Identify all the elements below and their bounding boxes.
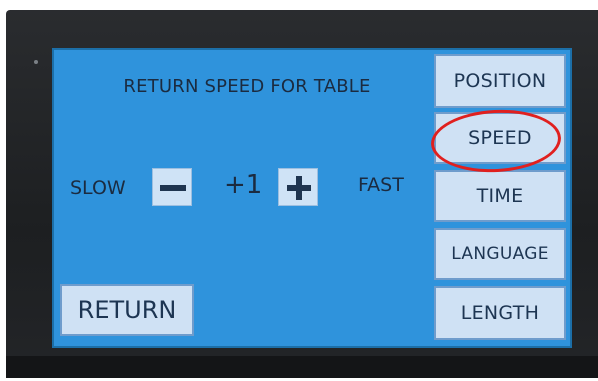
- decrease-speed-button[interactable]: [152, 168, 192, 206]
- menu-button-position[interactable]: POSITION: [434, 54, 566, 108]
- speed-control: SLOW +1 FAST: [52, 163, 432, 213]
- screen-title: RETURN SPEED FOR TABLE: [123, 76, 371, 97]
- plus-icon: [287, 176, 311, 200]
- menu-button-time[interactable]: TIME: [434, 170, 566, 222]
- speed-value: +1: [224, 170, 263, 200]
- menu-button-length[interactable]: LENGTH: [434, 286, 566, 340]
- menu-button-language[interactable]: LANGUAGE: [434, 228, 566, 280]
- screw: [34, 60, 38, 64]
- slow-label: SLOW: [70, 177, 126, 199]
- minus-icon: [160, 185, 186, 191]
- menu-button-speed[interactable]: SPEED: [434, 112, 566, 164]
- fast-label: FAST: [358, 174, 404, 196]
- increase-speed-button[interactable]: [278, 168, 318, 206]
- return-button[interactable]: RETURN: [60, 284, 194, 336]
- touch-screen: RETURN SPEED FOR TABLE SLOW +1 FAST POSI…: [52, 48, 572, 348]
- bezel-bottom: [6, 356, 598, 378]
